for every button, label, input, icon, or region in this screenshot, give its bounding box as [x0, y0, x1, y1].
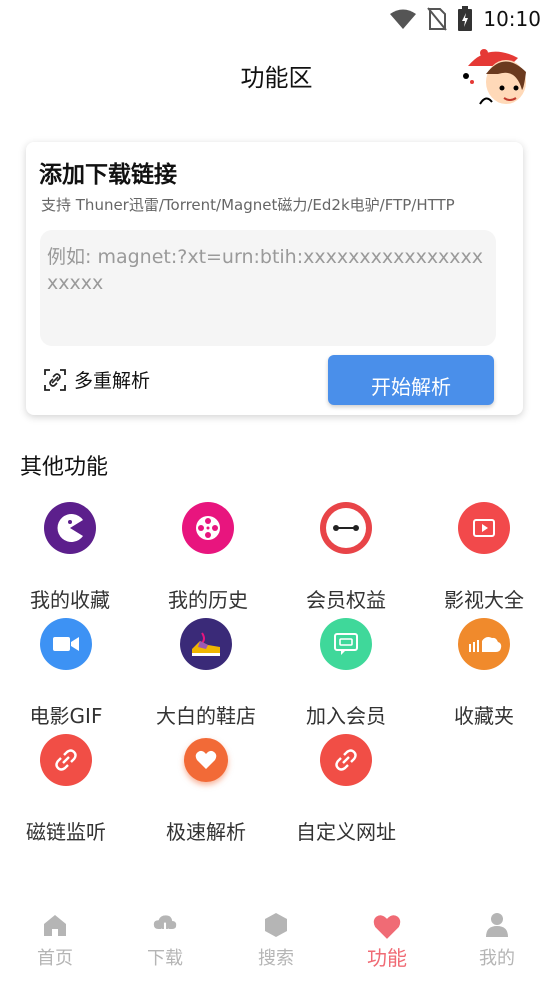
section-title: 其他功能 [20, 455, 109, 480]
feature-magnet-monitor[interactable]: 磁链监听 [0, 732, 136, 847]
heart-icon [373, 915, 401, 939]
status-bar: 10:10 [0, 0, 553, 36]
feature-label: 极速解析 [166, 820, 246, 844]
status-icons: 10:10 [389, 6, 541, 32]
status-time: 10:10 [483, 7, 541, 31]
multi-parse-toggle[interactable]: 多重解析 [44, 366, 150, 393]
battery-charging-icon [458, 6, 473, 31]
tab-download[interactable]: 下载 [110, 908, 220, 978]
tab-features[interactable]: 功能 [332, 908, 442, 978]
feature-member-benefits[interactable]: 会员权益 [276, 500, 416, 615]
add-link-card: 添加下载链接 支持 Thuner迅雷/Torrent/Magnet磁力/Ed2k… [26, 142, 523, 415]
feature-label: 电影GIF [29, 704, 103, 728]
feature-label: 加入会员 [306, 704, 386, 728]
link-input[interactable]: 例如: magnet:?xt=urn:btih:xxxxxxxxxxxxxxxx… [40, 230, 496, 346]
link-scan-icon [44, 368, 66, 391]
feature-label: 我的历史 [168, 588, 248, 612]
tab-label: 我的 [479, 948, 515, 969]
start-parse-label: 开始解析 [371, 375, 451, 399]
bottom-tab-bar: 首页 下载 搜索 功能 我的 [0, 908, 553, 983]
feature-label: 自定义网址 [296, 820, 396, 844]
shoe-icon [180, 618, 232, 670]
cloud-download-icon [153, 915, 177, 936]
link-input-placeholder: 例如: magnet:?xt=urn:btih:xxxxxxxxxxxxxxxx… [47, 246, 484, 294]
tab-label: 搜索 [258, 948, 294, 969]
home-icon [44, 915, 66, 936]
tab-home[interactable]: 首页 [0, 908, 110, 978]
no-sim-icon [427, 7, 448, 31]
feature-label: 收藏夹 [454, 704, 514, 728]
tab-search[interactable]: 搜索 [221, 908, 331, 978]
heart-icon [184, 738, 228, 782]
tab-me[interactable]: 我的 [442, 908, 552, 978]
supported-protocols-text: 支持 Thuner迅雷/Torrent/Magnet磁力/Ed2k电驴/FTP/… [41, 196, 455, 214]
user-icon [486, 913, 508, 937]
feature-fast-parse[interactable]: 极速解析 [136, 732, 276, 847]
hexagon-icon [265, 913, 287, 937]
feature-video-collection[interactable]: 影视大全 [414, 500, 553, 615]
link-icon [40, 734, 92, 786]
feature-bookmarks[interactable]: 收藏夹 [414, 616, 553, 731]
feature-my-history[interactable]: 我的历史 [138, 500, 278, 615]
feature-my-favorites[interactable]: 我的收藏 [0, 500, 140, 615]
multi-parse-label: 多重解析 [74, 370, 151, 392]
card-title: 添加下载链接 [39, 162, 177, 188]
feature-label: 我的收藏 [30, 588, 110, 612]
tab-label: 下载 [147, 948, 183, 969]
member-card-icon [320, 618, 372, 670]
start-parse-button[interactable]: 开始解析 [328, 355, 494, 405]
feature-label: 会员权益 [306, 588, 386, 612]
link-icon [320, 734, 372, 786]
pacman-icon [44, 502, 96, 554]
feature-label: 磁链监听 [26, 820, 106, 844]
tab-label: 首页 [37, 948, 73, 969]
avatar[interactable] [458, 44, 530, 112]
tab-label: 功能 [367, 946, 407, 970]
video-icon [458, 502, 510, 554]
feature-movie-gif[interactable]: 电影GIF [0, 616, 136, 731]
camera-icon [40, 618, 92, 670]
baymax-icon [320, 502, 372, 554]
feature-custom-url[interactable]: 自定义网址 [276, 732, 416, 847]
feature-shoe-shop[interactable]: 大白的鞋店 [136, 616, 276, 731]
wifi-icon [390, 9, 417, 29]
feature-label: 影视大全 [444, 588, 524, 612]
feature-join-member[interactable]: 加入会员 [276, 616, 416, 731]
soundcloud-icon [458, 618, 510, 670]
film-reel-icon [182, 502, 234, 554]
feature-label: 大白的鞋店 [156, 704, 256, 728]
